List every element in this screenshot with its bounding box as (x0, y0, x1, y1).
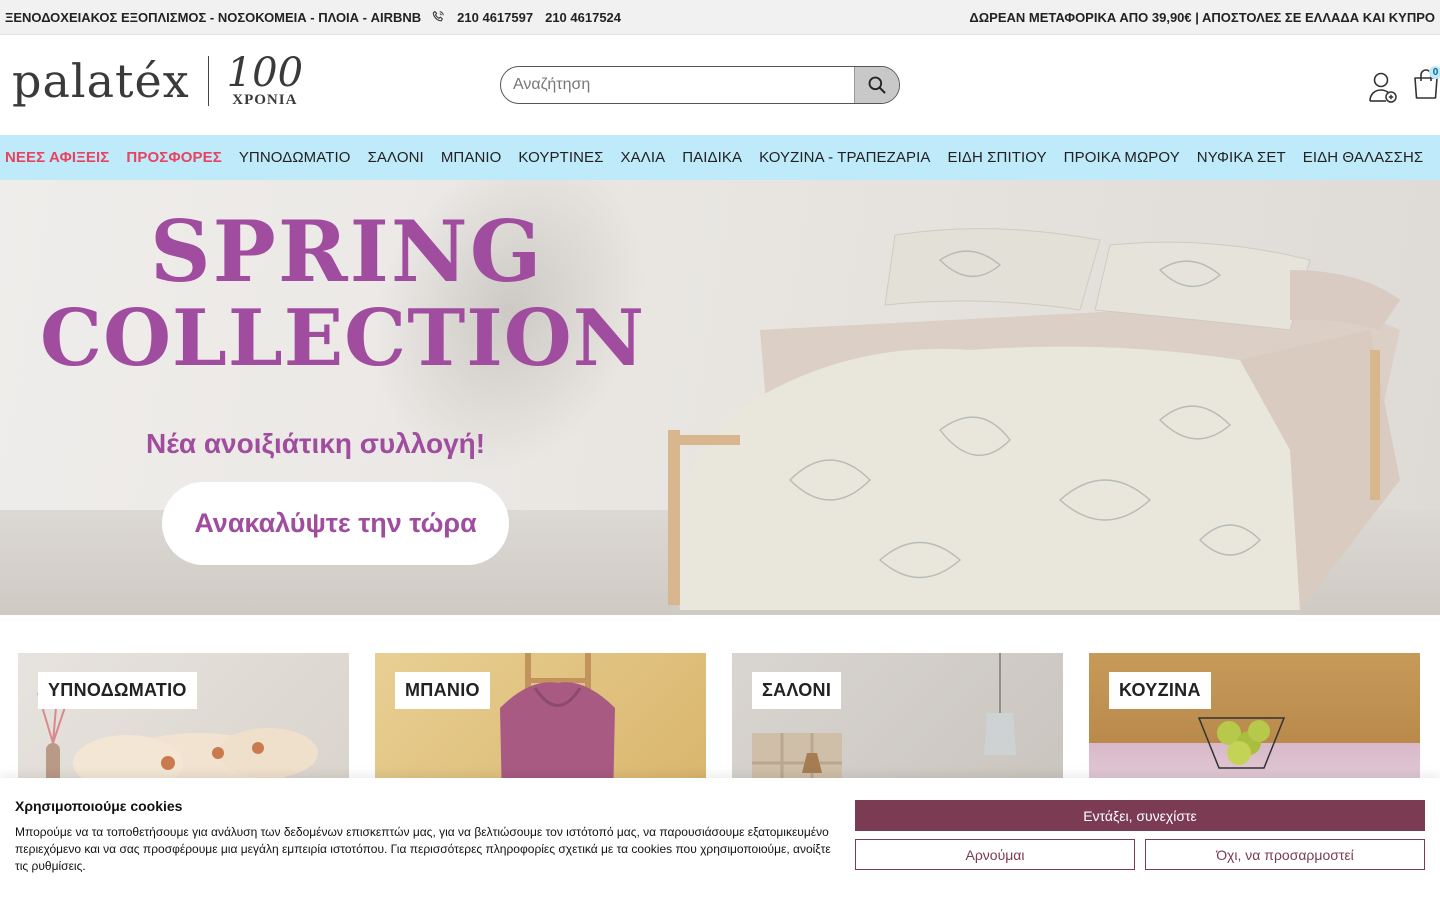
nav-item-rugs[interactable]: ΧΑΛΙΑ (621, 149, 666, 166)
account-icon[interactable] (1368, 71, 1398, 103)
category-label: ΥΠΝΟΔΩΜΑΤΙΟ (38, 672, 197, 709)
hero-title-line2: COLLECTION (40, 293, 646, 384)
cookie-title: Χρησιμοποιούμε cookies (15, 798, 183, 814)
phone-number-2[interactable]: 210 4617524 (545, 10, 621, 25)
logo-divider (207, 55, 209, 106)
nav-item-baby-trousseau[interactable]: ΠΡΟΙΚΑ ΜΩΡΟΥ (1064, 149, 1180, 166)
cookie-banner: Χρησιμοποιούμε cookies Μπορούμε να τα το… (0, 778, 1440, 900)
nav-item-bedroom[interactable]: ΥΠΝΟΔΩΜΑΤΙΟ (239, 149, 351, 166)
site-logo[interactable]: palatéx 100 ΧΡΟΝΙΑ (12, 53, 303, 108)
nav-item-home-goods[interactable]: ΕΙΔΗ ΣΠΙΤΙΟΥ (947, 149, 1046, 166)
hero-banner[interactable]: SPRING COLLECTION Νέα ανοιξιάτικη συλλογ… (0, 180, 1440, 615)
cookie-deny-button[interactable]: Αρνούμαι (855, 839, 1135, 870)
site-header: palatéx 100 ΧΡΟΝΙΑ 0 (0, 35, 1440, 135)
logo-100-number: 100 (226, 50, 304, 96)
nav-item-curtains[interactable]: ΚΟΥΡΤΙΝΕΣ (518, 149, 603, 166)
hero-bed-image (668, 228, 1400, 610)
shipping-info: ΔΩΡΕΑΝ ΜΕΤΑΦΟΡΙΚΑ ΑΠΟ 39,90€ | ΑΠΟΣΤΟΛΕΣ… (969, 9, 1435, 25)
search-bar (500, 66, 900, 104)
top-bar-left: ΞΕΝΟΔΟΧΕΙΑΚΟΣ ΕΞΟΠΛΙΣΜΟΣ - ΝΟΣΟΚΟΜΕΙΑ - … (5, 10, 621, 25)
nav-item-living-room[interactable]: ΣΑΛΟΝΙ (368, 149, 424, 166)
nav-item-new-arrivals[interactable]: ΝΕΕΣ ΑΦΙΞΕΙΣ (5, 149, 109, 166)
phone-number-1[interactable]: 210 4617597 (457, 10, 533, 25)
cookie-text: Μπορούμε να τα τοποθετήσουμε για ανάλυση… (15, 825, 831, 873)
hero-cta-button[interactable]: Ανακαλύψτε την τώρα (162, 482, 509, 565)
hero-title-line1: SPRING (150, 202, 544, 301)
nav-item-offers[interactable]: ΠΡΟΣΦΟΡΕΣ (126, 149, 221, 166)
b2b-text[interactable]: ΞΕΝΟΔΟΧΕΙΑΚΟΣ ΕΞΟΠΛΙΣΜΟΣ - ΝΟΣΟΚΟΜΕΙΑ - … (5, 10, 421, 25)
nav-item-kids[interactable]: ΠΑΙΔΙΚΑ (682, 149, 742, 166)
main-nav: ΝΕΕΣ ΑΦΙΞΕΙΣ ΠΡΟΣΦΟΡΕΣ ΥΠΝΟΔΩΜΑΤΙΟ ΣΑΛΟΝ… (0, 135, 1440, 180)
search-icon (868, 76, 886, 94)
category-label: ΜΠΑΝΙΟ (395, 672, 490, 709)
cookie-customize-button[interactable]: Όχι, να προσαρμοστεί (1145, 839, 1425, 870)
search-button[interactable] (854, 67, 899, 103)
search-input[interactable] (501, 67, 854, 103)
cart-count-badge: 0 (1429, 66, 1440, 79)
nav-item-bridal-sets[interactable]: ΝΥΦΙΚΑ ΣΕΤ (1197, 149, 1286, 166)
category-label: ΚΟΥΖΙΝΑ (1109, 672, 1211, 709)
cookie-accept-button[interactable]: Εντάξει, συνεχίστε (855, 800, 1425, 831)
category-label: ΣΑΛΟΝΙ (752, 672, 842, 709)
nav-item-bathroom[interactable]: ΜΠΑΝΙΟ (441, 149, 502, 166)
top-info-bar: ΞΕΝΟΔΟΧΕΙΑΚΟΣ ΕΞΟΠΛΙΣΜΟΣ - ΝΟΣΟΚΟΜΕΙΑ - … (0, 0, 1440, 35)
logo-years-label: ΧΡΟΝΙΑ (232, 92, 298, 108)
phone-icon (432, 10, 444, 22)
nav-item-beach[interactable]: ΕΙΔΗ ΘΑΛΑΣΣΗΣ (1303, 149, 1424, 166)
phone-numbers: 210 4617597 210 4617524 (431, 10, 621, 25)
hero-subtitle: Νέα ανοιξιάτικη συλλογή! (146, 428, 486, 459)
logo-wordmark: palatéx (12, 53, 190, 108)
nav-item-kitchen-dining[interactable]: ΚΟΥΖΙΝΑ - ΤΡΑΠΕΖΑΡΙΑ (759, 149, 930, 166)
logo-100-years: 100 ΧΡΟΝΙΑ (227, 53, 303, 108)
